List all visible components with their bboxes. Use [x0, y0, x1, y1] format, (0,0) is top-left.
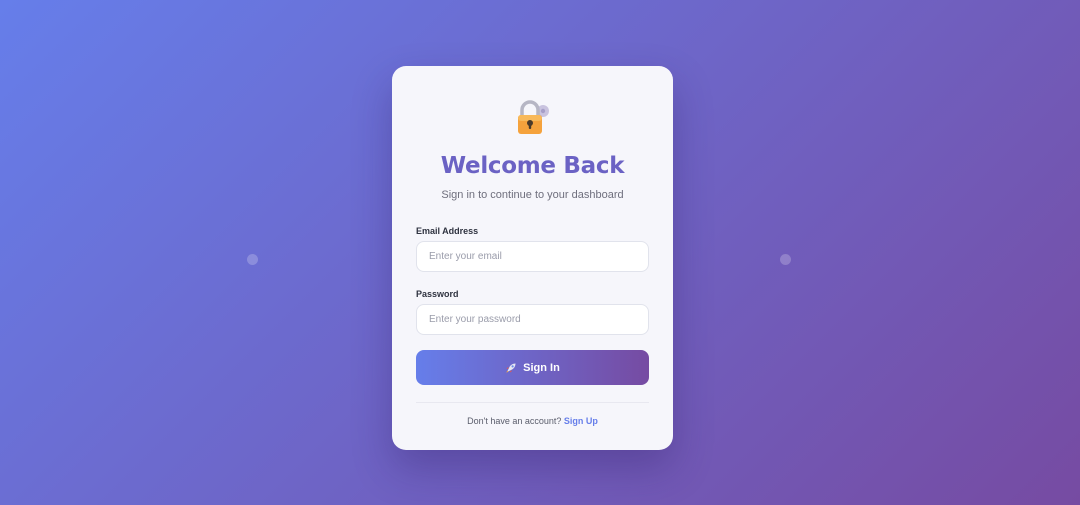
password-label: Password — [416, 289, 459, 299]
sign-up-link[interactable]: Sign Up — [564, 416, 598, 426]
login-card: Welcome Back Sign in to continue to your… — [392, 66, 673, 450]
signup-prompt-text: Don't have an account? — [467, 416, 562, 426]
email-input[interactable] — [416, 241, 649, 272]
rocket-icon — [505, 362, 517, 374]
email-label: Email Address — [416, 226, 479, 236]
lock-with-key-icon — [513, 97, 553, 137]
background-dot — [247, 254, 258, 265]
sign-in-label: Sign In — [523, 361, 560, 374]
sign-in-button[interactable]: Sign In — [416, 350, 649, 385]
page-title: Welcome Back — [440, 153, 625, 179]
signup-prompt: Don't have an account? Sign Up — [392, 416, 673, 426]
page-subtitle: Sign in to continue to your dashboard — [441, 189, 624, 201]
background-dot — [780, 254, 791, 265]
divider — [416, 402, 649, 403]
password-input[interactable] — [416, 304, 649, 335]
